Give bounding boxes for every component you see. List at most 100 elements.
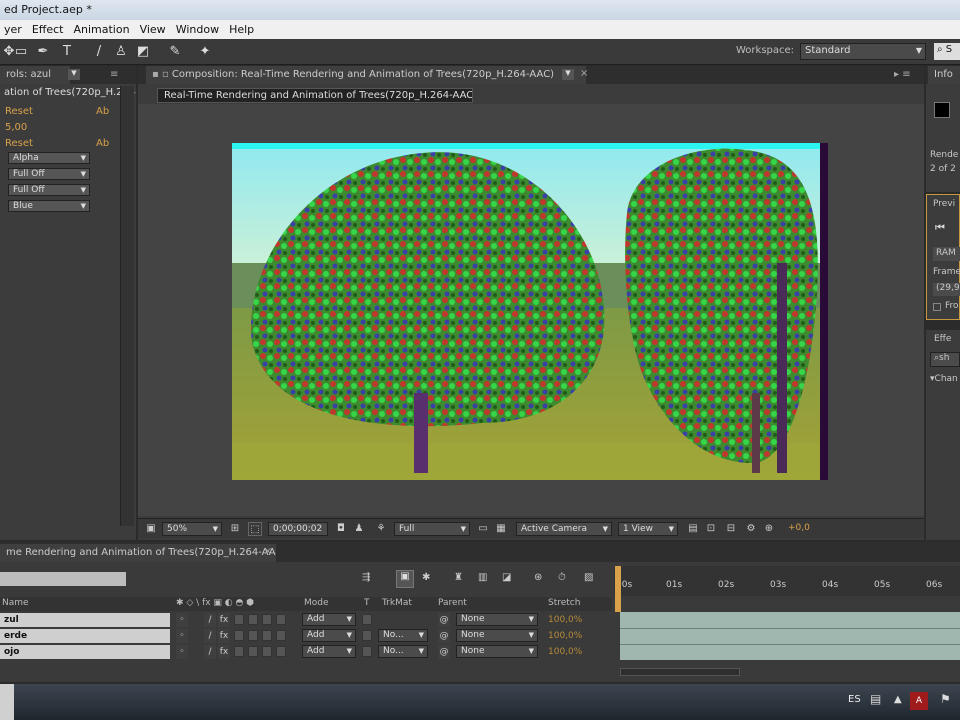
show-snapshot-icon[interactable]: ♟	[352, 522, 366, 536]
preserve-transparency-checkbox[interactable]	[362, 630, 372, 641]
view-layout-select[interactable]: 1 View ▼	[618, 522, 678, 536]
type-tool-icon[interactable]: T	[58, 43, 76, 61]
switch-box[interactable]	[234, 630, 244, 641]
camera-snapshot-icon[interactable]: ◘	[334, 522, 348, 536]
timeline-search-input[interactable]	[0, 572, 126, 586]
switch-box[interactable]	[234, 614, 244, 625]
switch-box[interactable]	[234, 646, 244, 657]
switch-box[interactable]	[262, 614, 272, 625]
effect-switch-icon[interactable]: fx	[218, 645, 230, 659]
puppet-pin-tool-icon[interactable]: ✦	[196, 43, 214, 61]
toggle-pixel-aspect-icon[interactable]: ▤	[686, 522, 700, 536]
graph-editor-icon[interactable]: ⏱	[558, 572, 566, 583]
tab-timeline[interactable]: me Rendering and Animation of Trees(720p…	[0, 544, 276, 562]
ram-preview-options[interactable]: RAM	[933, 247, 960, 261]
taskbar-app-icon[interactable]: ▤	[870, 692, 881, 706]
blend-mode-select[interactable]: Add ▼	[302, 613, 356, 626]
pick-whip-icon[interactable]: @	[438, 645, 450, 659]
target-region-icon[interactable]: ▭	[476, 522, 490, 536]
layer-duration-bars[interactable]	[620, 612, 960, 660]
menu-window[interactable]: Window	[172, 23, 225, 36]
from-current-time-checkbox[interactable]	[933, 303, 941, 311]
auto-keyframe-icon[interactable]: ⊛	[534, 572, 542, 583]
pick-whip-icon[interactable]: @	[438, 629, 450, 643]
layer-row[interactable]: ojo ◦ / fx Add ▼ No... ▼ @ None ▼ 100,0%	[0, 644, 612, 660]
layer-name[interactable]: zul	[0, 613, 170, 627]
column-trkmat[interactable]: TrkMat	[382, 598, 412, 608]
region-of-interest-icon[interactable]: ⬚	[248, 522, 262, 536]
shy-switch-icon[interactable]: ◦	[176, 645, 188, 659]
show-hidden-icons-icon[interactable]: ▲	[894, 694, 902, 705]
timeline-zoom-slider[interactable]	[620, 668, 740, 676]
exposure-value[interactable]: +0,0	[788, 523, 810, 533]
hide-shy-layers-icon[interactable]: ✱	[422, 572, 430, 583]
effect-switch-icon[interactable]: fx	[218, 613, 230, 627]
pick-whip-icon[interactable]: @	[438, 613, 450, 627]
stretch-value[interactable]: 100,0%	[548, 629, 582, 643]
language-indicator[interactable]: ES	[848, 694, 861, 705]
frame-rate-select[interactable]: (29,9	[933, 283, 960, 296]
channel-dropdown-full-off-1[interactable]: Full Off ▼	[8, 168, 90, 180]
switch-box[interactable]	[276, 630, 286, 641]
parent-select[interactable]: None ▼	[456, 645, 538, 658]
panel-menu-icon[interactable]: ≡	[110, 69, 118, 80]
shy-switch-icon[interactable]: ◦	[176, 629, 188, 643]
switch-box[interactable]	[262, 630, 272, 641]
layer-row[interactable]: erde ◦ / fx Add ▼ No... ▼ @ None ▼ 100,0%	[0, 628, 612, 644]
clone-stamp-tool-icon[interactable]: ♙	[112, 43, 130, 61]
channel-dropdown-alpha[interactable]: Alpha ▼	[8, 152, 90, 164]
layer-name[interactable]: erde	[0, 629, 170, 643]
brainstorm-icon[interactable]: ◪	[502, 572, 511, 583]
channel-dropdown-blue[interactable]: Blue ▼	[8, 200, 90, 212]
column-mode[interactable]: Mode	[304, 598, 329, 608]
reset-link-1[interactable]: Reset Ab	[0, 104, 120, 120]
track-matte-select[interactable]: No... ▼	[378, 645, 428, 658]
comp-mini-flowchart-icon[interactable]: ⇶	[362, 572, 370, 583]
menu-help[interactable]: Help	[225, 23, 260, 36]
action-center-flag-icon[interactable]: ⚑	[940, 692, 951, 706]
layer-name[interactable]: ojo	[0, 645, 170, 659]
about-link-1[interactable]: Ab	[96, 106, 109, 117]
effect-value-field[interactable]: 5,00	[0, 120, 120, 136]
camera-view-select[interactable]: Active Camera ▼	[516, 522, 612, 536]
tab-preview[interactable]: Previ	[933, 199, 955, 209]
switch-box[interactable]	[248, 646, 258, 657]
switch-box[interactable]	[262, 646, 272, 657]
pen-tool-icon[interactable]: ✒	[34, 43, 52, 61]
parent-select[interactable]: None ▼	[456, 629, 538, 642]
first-frame-icon[interactable]: ⏮	[935, 221, 945, 235]
panel-menu-icon[interactable]: ▸ ≡	[894, 69, 911, 80]
shy-switch-icon[interactable]: ◦	[176, 613, 188, 627]
show-channel-icon[interactable]: ⚘	[374, 522, 388, 536]
fast-previews-icon[interactable]: ⊡	[704, 522, 718, 536]
magnification-select[interactable]: 50% ▼	[162, 522, 222, 536]
reset-link-2[interactable]: Reset Ab	[0, 136, 120, 152]
brush-tool-icon[interactable]: /	[90, 43, 108, 61]
snapshot-icon[interactable]: ▨	[584, 572, 593, 583]
effect-controls-scrollbar[interactable]	[120, 86, 134, 526]
switch-box[interactable]	[248, 630, 258, 641]
eraser-tool-icon[interactable]: ◩	[134, 43, 152, 61]
always-preview-icon[interactable]: ▣	[144, 522, 158, 536]
tab-info[interactable]: Info	[928, 66, 960, 84]
menu-view[interactable]: View	[136, 23, 172, 36]
blend-mode-select[interactable]: Add ▼	[302, 629, 356, 642]
composition-frame-image[interactable]	[232, 143, 828, 480]
current-time-field[interactable]: 0;00;00;02	[268, 522, 328, 536]
reset-exposure-icon[interactable]: ⊕	[762, 522, 776, 536]
close-icon[interactable]: ×	[264, 546, 272, 557]
title-action-safe-icon[interactable]: ⊞	[228, 522, 242, 536]
resolution-select[interactable]: Full ▼	[394, 522, 470, 536]
preserve-transparency-checkbox[interactable]	[362, 646, 372, 657]
stretch-value[interactable]: 100,0%	[548, 645, 582, 659]
column-t[interactable]: T	[364, 598, 370, 608]
search-help-input[interactable]: ⌕ S	[934, 43, 960, 60]
quality-switch-icon[interactable]: /	[204, 645, 216, 659]
effects-search-input[interactable]: ⌕sh	[930, 352, 960, 367]
motion-blur-icon[interactable]: ▥	[478, 572, 487, 583]
quality-switch-icon[interactable]: /	[204, 629, 216, 643]
transparency-grid-icon[interactable]: ▦	[494, 522, 508, 536]
close-icon[interactable]: ×	[580, 68, 588, 79]
parent-select[interactable]: None ▼	[456, 613, 538, 626]
switch-box[interactable]	[248, 614, 258, 625]
